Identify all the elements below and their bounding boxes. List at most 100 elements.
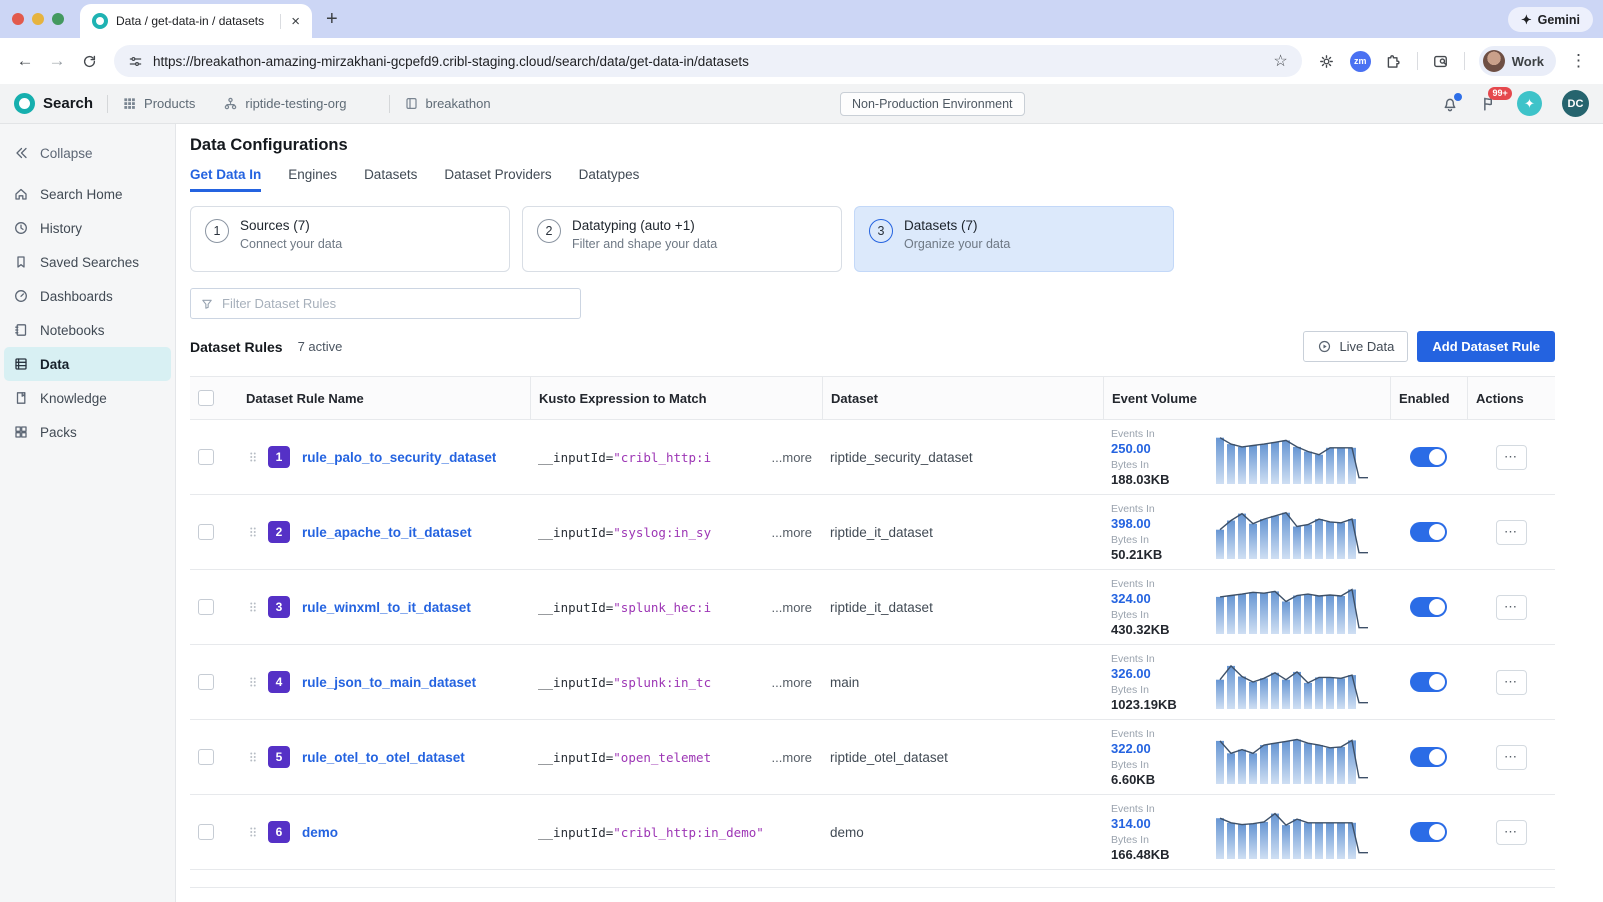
workspace-selector[interactable]: breakathon [404,96,491,111]
add-dataset-rule-button[interactable]: Add Dataset Rule [1417,331,1555,362]
sidebar-item-collapse[interactable]: Collapse [0,136,175,170]
expand-more-link[interactable]: ...more [772,675,812,690]
expand-more-link[interactable]: ...more [772,450,812,465]
step-card-1[interactable]: 1 Sources (7) Connect your data [190,206,510,272]
profile-avatar [1483,50,1505,72]
products-menu[interactable]: Products [122,96,195,111]
collapse-icon [13,145,29,161]
tab-datasets[interactable]: Datasets [364,167,417,192]
enabled-toggle[interactable] [1410,672,1447,692]
filter-funnel-icon [200,297,214,311]
header-dataset[interactable]: Dataset [822,377,1103,419]
notifications-bell-icon[interactable] [1441,95,1459,113]
rule-name-link[interactable]: rule_palo_to_security_dataset [302,450,496,465]
rule-name-link[interactable]: rule_winxml_to_it_dataset [302,600,471,615]
assistant-sparkle-icon[interactable]: ✦ [1517,91,1542,116]
row-checkbox[interactable] [198,749,214,765]
enabled-toggle[interactable] [1410,447,1447,467]
fullscreen-window-button[interactable] [52,13,64,25]
sidebar-item-notebooks[interactable]: Notebooks [0,313,175,347]
select-all-checkbox[interactable] [198,390,214,406]
drag-handle-icon[interactable] [246,824,260,840]
extensions-puzzle-icon[interactable] [1379,46,1409,76]
row-checkbox[interactable] [198,824,214,840]
drag-handle-icon[interactable] [246,674,260,690]
row-actions-button[interactable]: ⋯ [1496,670,1527,695]
enabled-toggle[interactable] [1410,522,1447,542]
profile-name: Work [1512,54,1544,69]
updates-flag-icon[interactable]: 99+ [1479,95,1497,113]
header-event-volume[interactable]: Event Volume [1103,377,1390,419]
close-window-button[interactable] [12,13,24,25]
expand-more-link[interactable]: ...more [772,750,812,765]
new-tab-button[interactable]: + [326,8,338,31]
header-rule-name[interactable]: Dataset Rule Name [238,377,530,419]
browser-profile-button[interactable]: Work [1479,46,1556,76]
drag-handle-icon[interactable] [246,449,260,465]
user-avatar[interactable]: DC [1562,90,1589,117]
rule-name-link[interactable]: rule_otel_to_otel_dataset [302,750,465,765]
extension-gear-icon[interactable] [1312,46,1342,76]
step-card-3[interactable]: 3 Datasets (7) Organize your data [854,206,1174,272]
tab-search-icon[interactable] [1426,46,1456,76]
sidebar-item-packs[interactable]: Packs [0,415,175,449]
back-button[interactable]: ← [10,46,40,76]
bookmark-star-icon[interactable]: ☆ [1273,51,1287,71]
rule-index-badge: 4 [268,671,290,693]
expand-more-link[interactable]: ...more [772,600,812,615]
row-actions-button[interactable]: ⋯ [1496,745,1527,770]
row-actions-button[interactable]: ⋯ [1496,820,1527,845]
expand-more-link[interactable]: ...more [772,525,812,540]
step-card-2[interactable]: 2 Datatyping (auto +1) Filter and shape … [522,206,842,272]
row-actions-button[interactable]: ⋯ [1496,520,1527,545]
drag-handle-icon[interactable] [246,749,260,765]
tab-datatypes[interactable]: Datatypes [579,167,640,192]
filter-input[interactable] [222,296,571,311]
minimize-window-button[interactable] [32,13,44,25]
header-actions[interactable]: Actions [1467,377,1555,419]
sidebar-item-data[interactable]: Data [4,347,171,381]
address-bar[interactable]: https://breakathon-amazing-mirzakhani-gc… [114,45,1302,77]
sidebar-item-history[interactable]: History [0,211,175,245]
rule-name-link[interactable]: rule_json_to_main_dataset [302,675,476,690]
row-checkbox[interactable] [198,674,214,690]
tab-engines[interactable]: Engines [288,167,337,192]
header-enabled[interactable]: Enabled [1390,377,1467,419]
site-info-icon[interactable] [128,54,143,69]
dataset-rules-table: Dataset Rule Name Kusto Expression to Ma… [190,376,1555,888]
enabled-toggle[interactable] [1410,747,1447,767]
zoom-extension-icon[interactable]: zm [1350,51,1371,72]
sidebar-item-search-home[interactable]: Search Home [0,177,175,211]
row-actions-button[interactable]: ⋯ [1496,445,1527,470]
row-checkbox[interactable] [198,599,214,615]
drag-handle-icon[interactable] [246,524,260,540]
enabled-toggle[interactable] [1410,597,1447,617]
gemini-button[interactable]: ✦ Gemini [1508,7,1593,32]
header-kusto-expression[interactable]: Kusto Expression to Match [530,377,822,419]
rule-name-link[interactable]: demo [302,825,338,840]
tab-get-data-in[interactable]: Get Data In [190,167,261,192]
forward-button[interactable]: → [42,46,72,76]
rule-name-link[interactable]: rule_apache_to_it_dataset [302,525,472,540]
row-checkbox[interactable] [198,449,214,465]
row-checkbox[interactable] [198,524,214,540]
tab-dataset-providers[interactable]: Dataset Providers [444,167,551,192]
org-name: riptide-testing-org [245,96,346,111]
reload-button[interactable] [74,46,104,76]
browser-tab[interactable]: Data / get-data-in / datasets × [80,4,312,38]
enabled-toggle[interactable] [1410,822,1447,842]
config-tabs: Get Data In Engines Datasets Dataset Provid… [190,167,1555,192]
live-data-button[interactable]: Live Data [1303,331,1408,362]
row-actions-button[interactable]: ⋯ [1496,595,1527,620]
sidebar-item-saved-searches[interactable]: Saved Searches [0,245,175,279]
dataset-name: riptide_it_dataset [822,600,1103,615]
drag-handle-icon[interactable] [246,599,260,615]
close-tab-icon[interactable]: × [289,13,302,30]
bytes-in-label: Bytes In [1111,684,1203,696]
step-subtitle: Connect your data [240,237,342,251]
organization-selector[interactable]: riptide-testing-org [223,96,346,111]
sidebar-item-dashboards[interactable]: Dashboards [0,279,175,313]
browser-menu-icon[interactable]: ⋮ [1564,51,1593,71]
sidebar-item-knowledge[interactable]: Knowledge [0,381,175,415]
kusto-expression: __inputId="splunk_hec:i [538,600,711,615]
